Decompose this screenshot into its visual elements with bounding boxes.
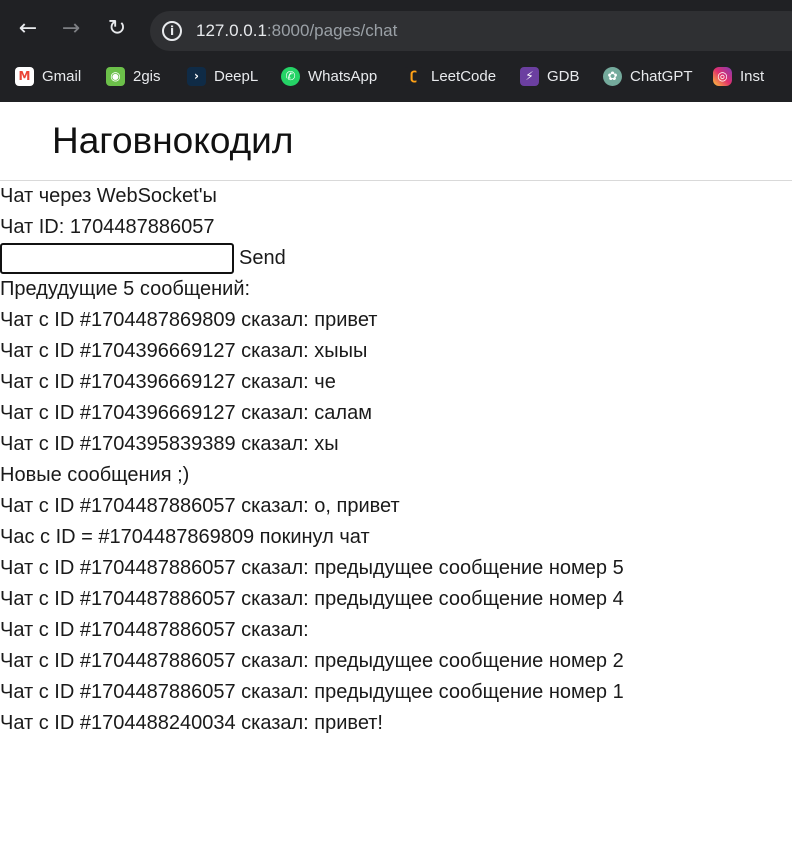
bookmark-label: Inst [740,68,765,85]
message-item: Чат с ID #1704395839389 сказал: хы [0,433,339,455]
new-messages-heading: Новые сообщения ;) [0,464,190,486]
browser-toolbar: ← → ↻ i 127.0.0.1:8000/pages/chat [0,0,792,62]
bookmark-label: DeepL [214,68,259,85]
previous-messages-list: Чат с ID #1704487869809 сказал: привет Ч… [0,305,792,460]
bookmark-gmail[interactable]: M Gmail [15,67,81,86]
message-item: Чат с ID #1704487886057 сказал: предыдущ… [0,557,624,579]
message-item: Чат с ID #1704396669127 сказал: салам [0,402,372,424]
bookmark-label: 2gis [133,68,161,85]
previous-messages-heading: Предудущие 5 сообщений: [0,278,251,300]
gdb-icon: ⚡ [520,67,539,86]
new-messages-list: Чат с ID #1704487886057 сказал: о, приве… [0,491,792,739]
forward-arrow-icon[interactable]: → [56,14,86,44]
message-item: Чат с ID #1704487886057 сказал: о, приве… [0,495,400,517]
message-item: Чат с ID #1704396669127 сказал: хыыы [0,340,368,362]
bookmark-leetcode[interactable]: ʗ LeetCode [404,67,496,86]
bookmark-label: LeetCode [431,68,497,85]
whatsapp-icon: ✆ [281,67,300,86]
message-item: Чат с ID #1704487869809 сказал: привет [0,309,378,331]
url-text[interactable]: 127.0.0.1:8000/pages/chat [196,21,397,41]
reload-icon[interactable]: ↻ [102,14,132,44]
bookmark-2gis[interactable]: ◉ 2gis [106,67,161,86]
message-input[interactable] [0,243,234,274]
site-title: Наговнокодил [52,120,294,161]
url-host: 127.0.0.1 [196,21,267,40]
bookmark-instagram[interactable]: ◎ Inst [713,67,764,86]
deepl-icon: › [187,67,206,86]
send-button[interactable]: Send [234,247,286,270]
bookmark-deepl[interactable]: › DeepL [187,67,258,86]
bookmark-label: Gmail [42,68,82,85]
message-item: Чат с ID #1704396669127 сказал: че [0,371,336,393]
message-item: Чат с ID #1704487886057 сказал: [0,619,309,641]
2gis-icon: ◉ [106,67,125,86]
bookmark-whatsapp[interactable]: ✆ WhatsApp [281,67,377,86]
message-item: Чат с ID #1704487886057 сказал: предыдущ… [0,650,624,672]
url-path: :8000/pages/chat [266,21,398,40]
bookmark-label: ChatGPT [630,68,693,85]
site-header: Наговнокодил [0,102,792,181]
message-form: Send [0,243,792,274]
chat-content: Чат через WebSocket'ы Чат ID: 1704487886… [0,181,792,739]
instagram-icon: ◎ [713,67,732,86]
message-item: Чат с ID #1704488240034 сказал: привет! [0,712,383,734]
message-item: Чат с ID #1704487886057 сказал: предыдущ… [0,681,624,703]
gmail-icon: M [15,67,34,86]
chatgpt-icon: ✿ [603,67,622,86]
message-item: Чат с ID #1704487886057 сказал: предыдущ… [0,588,624,610]
chat-subtitle: Чат через WebSocket'ы [0,185,217,207]
leetcode-icon: ʗ [404,67,423,86]
browser-chrome: ← → ↻ i 127.0.0.1:8000/pages/chat M Gmai… [0,0,792,102]
chat-id-line: Чат ID: 1704487886057 [0,216,215,238]
back-arrow-icon[interactable]: ← [13,14,43,44]
bookmark-label: GDB [547,68,580,85]
message-item: Час с ID = #1704487869809 покинул чат [0,526,370,548]
address-bar[interactable]: i 127.0.0.1:8000/pages/chat [150,11,792,51]
bookmark-chatgpt[interactable]: ✿ ChatGPT [603,67,693,86]
site-info-icon[interactable]: i [162,21,182,41]
bookmark-label: WhatsApp [308,68,378,85]
bookmarks-bar: M Gmail ◉ 2gis › DeepL ✆ WhatsApp ʗ Leet… [0,64,792,94]
bookmark-gdb[interactable]: ⚡ GDB [520,67,580,86]
